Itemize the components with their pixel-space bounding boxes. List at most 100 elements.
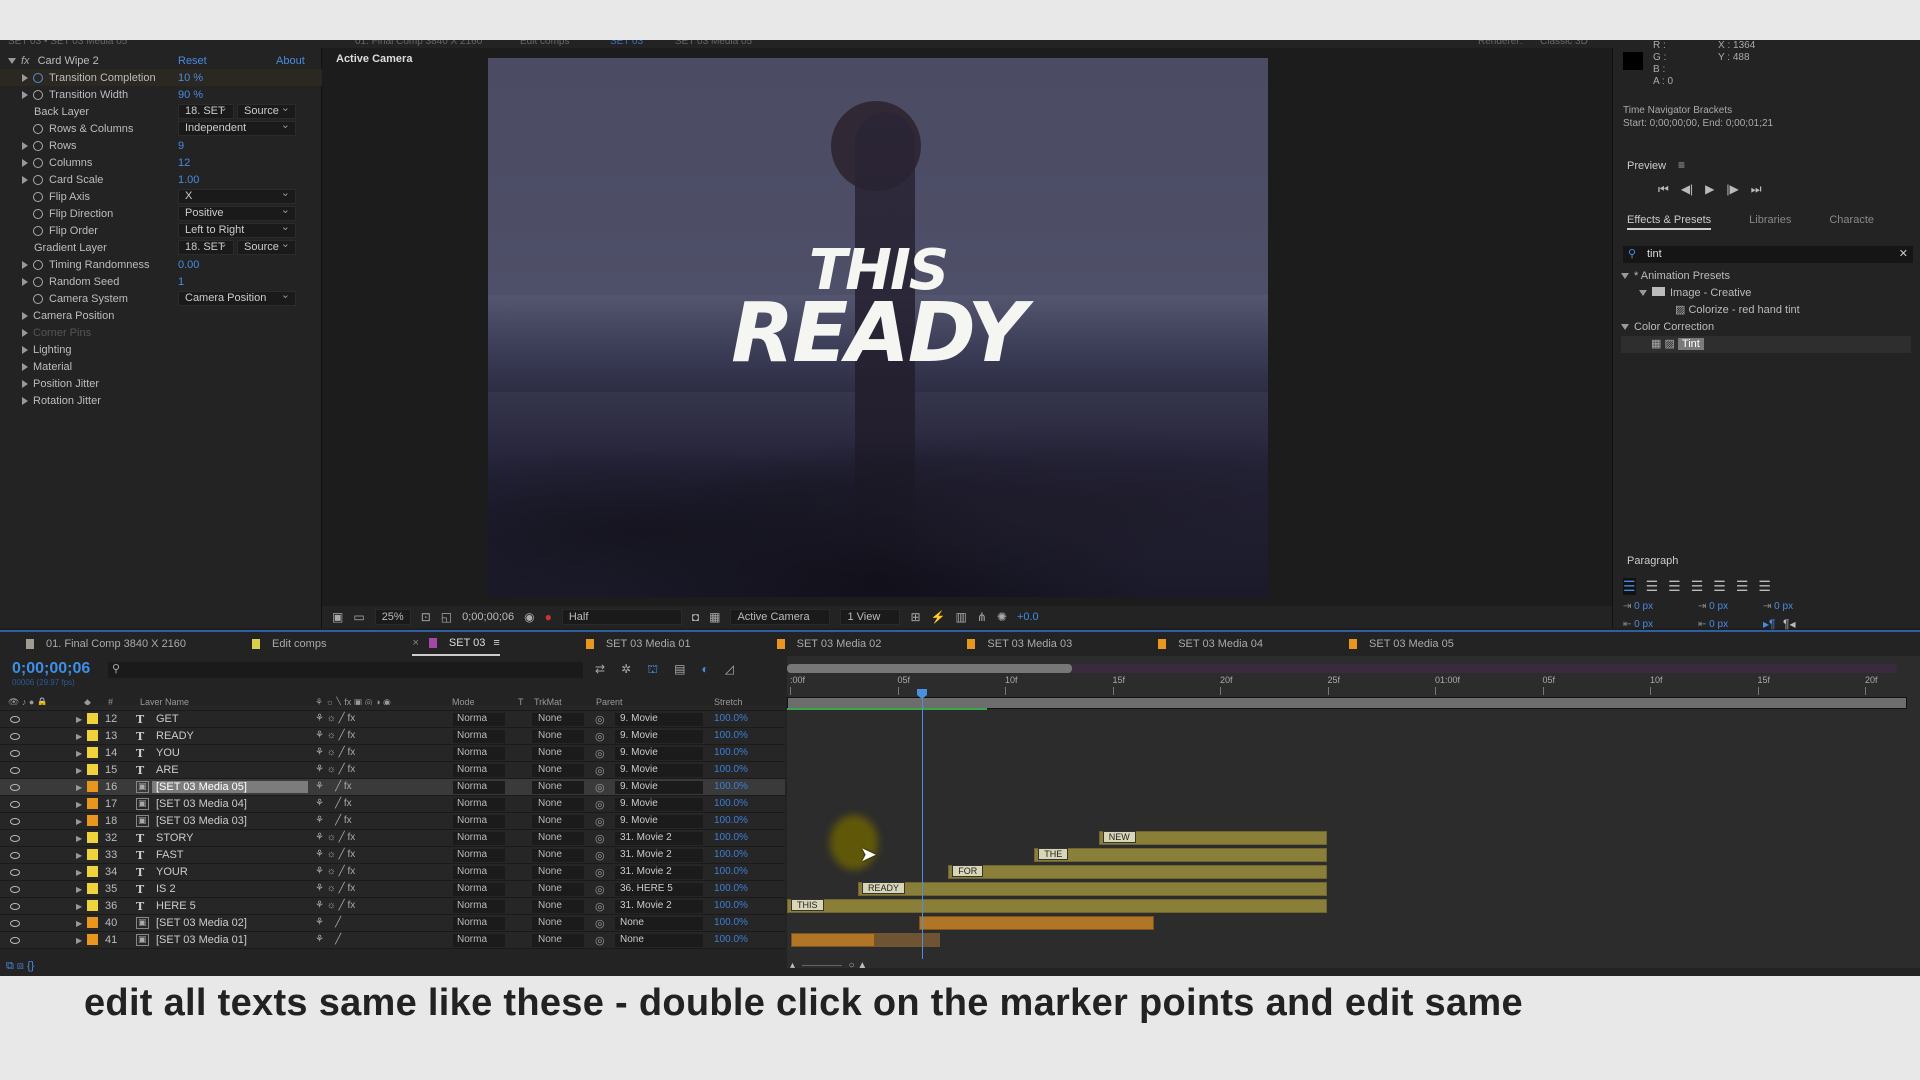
layer-dropdown[interactable]: 18. SET	[178, 102, 234, 119]
source-dropdown[interactable]: Source	[237, 102, 296, 119]
layer-row[interactable]: ▶ 16 ▣ [SET 03 Media 05] ⚘ ╱ fx Norma None ◎ 9. …	[0, 779, 785, 796]
track-matte-select[interactable]: None	[532, 798, 584, 811]
label-color[interactable]	[87, 713, 98, 724]
expand-layer-icon[interactable]: ▶	[76, 919, 82, 928]
parent-pickwhip-icon[interactable]: ◎	[595, 747, 605, 760]
comp-tab[interactable]: 01. Final Comp 3840 X 2160	[26, 632, 186, 656]
effect-property-random-seed[interactable]: Random Seed 1	[0, 273, 322, 290]
expand-icon[interactable]	[22, 328, 28, 337]
parent-select[interactable]: 31. Movie 2	[615, 866, 703, 879]
stopwatch-icon[interactable]	[33, 72, 43, 83]
composition-frame[interactable]: THIS READY	[488, 58, 1268, 597]
effects-tree-item[interactable]: ▦ ▨ Tint	[1621, 336, 1911, 353]
breadcrumb-item[interactable]: 01. Final Comp 3840 X 2160	[355, 40, 482, 47]
layer-row[interactable]: ▶ 14 T YOU ⚘ ☼ ╱ fx Norma None ◎ 9. Movie 100.0%	[0, 745, 785, 762]
about-link[interactable]: About	[276, 55, 305, 67]
blend-mode-select[interactable]: Norma	[453, 764, 505, 777]
layer-row[interactable]: ▶ 40 ▣ [SET 03 Media 02] ⚘ ╱ Norma None ◎ None 1…	[0, 915, 785, 932]
visibility-eye-icon[interactable]	[10, 733, 20, 740]
expand-layer-icon[interactable]: ▶	[76, 936, 82, 945]
monitor-icon[interactable]: ▭	[353, 610, 364, 624]
tab-menu-icon[interactable]: ≡	[493, 637, 499, 649]
tab-effects-presets[interactable]: Effects & Presets	[1627, 214, 1712, 230]
stopwatch-icon[interactable]	[33, 191, 43, 202]
parent-pickwhip-icon[interactable]: ◎	[595, 815, 605, 828]
stopwatch-icon[interactable]	[33, 174, 43, 185]
checkerboard-icon[interactable]: ▦	[709, 610, 720, 624]
expand-layer-icon[interactable]: ▶	[76, 868, 82, 877]
effects-tree-item[interactable]: Color Correction	[1621, 319, 1911, 336]
expand-layer-icon[interactable]: ▶	[76, 817, 82, 826]
visibility-eye-icon[interactable]	[10, 852, 20, 859]
layer-row[interactable]: ▶ 35 T IS 2 ⚘ ☼ ╱ fx Norma None ◎ 36. HERE 5 100.…	[0, 881, 785, 898]
parent-pickwhip-icon[interactable]: ◎	[595, 883, 605, 896]
layer-row[interactable]: ▶ 15 T ARE ⚘ ☼ ╱ fx Norma None ◎ 9. Movie 100.0%	[0, 762, 785, 779]
expand-icon[interactable]	[22, 158, 28, 167]
expand-icon[interactable]	[22, 260, 28, 269]
stopwatch-icon[interactable]	[33, 276, 43, 287]
parent-pickwhip-icon[interactable]: ◎	[595, 713, 605, 726]
effect-property-camera-position[interactable]: Camera Position	[0, 307, 322, 324]
property-value[interactable]: 90 %	[178, 89, 203, 101]
label-color[interactable]	[87, 934, 98, 945]
layer-switches[interactable]: ⚘ ╱	[315, 917, 341, 928]
first-line-value[interactable]: 0 px	[1774, 601, 1793, 612]
blend-mode-select[interactable]: Norma	[453, 849, 505, 862]
comp-tab[interactable]: Edit comps	[252, 632, 326, 656]
visibility-eye-icon[interactable]	[10, 903, 20, 910]
breadcrumb-item[interactable]: Edit comps	[520, 40, 569, 47]
transfer-controls-icon[interactable]: ⧇	[17, 960, 24, 972]
property-value[interactable]: 1.00	[178, 174, 199, 186]
parent-pickwhip-icon[interactable]: ◎	[595, 900, 605, 913]
parent-select[interactable]: 9. Movie	[615, 781, 703, 794]
close-icon[interactable]: ×	[412, 637, 418, 649]
layer-row[interactable]: ▶ 41 ▣ [SET 03 Media 01] ⚘ ╱ Norma None ◎ None 1…	[0, 932, 785, 949]
track-matte-select[interactable]: None	[532, 730, 584, 743]
effect-property-transition-completion[interactable]: Transition Completion 10 %	[0, 69, 322, 86]
layer-name[interactable]: ARE	[156, 764, 179, 776]
comp-tab[interactable]: SET 03 Media 01	[585, 632, 691, 656]
renderer-value[interactable]: Classic 3D	[1540, 40, 1588, 47]
flowchart-icon[interactable]: ⋔	[977, 610, 987, 624]
visibility-eye-icon[interactable]	[10, 716, 20, 723]
visibility-eye-icon[interactable]	[10, 767, 20, 774]
exposure-value[interactable]: +0.0	[1017, 611, 1039, 623]
layer-switches[interactable]: ⚘ ☼ ╱ fx	[315, 866, 355, 877]
property-dropdown[interactable]: Left to Right	[178, 221, 296, 238]
parent-select[interactable]: 31. Movie 2	[615, 900, 703, 913]
viewer-timecode[interactable]: 0;00;00;06	[462, 611, 514, 623]
space-before-value[interactable]: 0 px	[1709, 601, 1728, 612]
layer-duration-bar[interactable]	[791, 933, 875, 947]
stretch-value[interactable]: 100.0%	[714, 764, 748, 775]
layer-name[interactable]: STORY	[156, 832, 194, 844]
composition-flowchart-icon[interactable]: ⇄	[595, 662, 605, 678]
label-color[interactable]	[87, 781, 98, 792]
visibility-eye-icon[interactable]	[10, 801, 20, 808]
label-color[interactable]	[87, 900, 98, 911]
layer-duration-bar-trimmed[interactable]	[875, 933, 940, 947]
prev-frame-icon[interactable]: ◀|	[1681, 182, 1693, 197]
blend-mode-select[interactable]: Norma	[453, 866, 505, 879]
stretch-value[interactable]: 100.0%	[714, 900, 748, 911]
visibility-eye-icon[interactable]	[10, 937, 20, 944]
stopwatch-icon[interactable]	[33, 140, 43, 151]
property-dropdown[interactable]: Positive	[178, 204, 296, 221]
track-matte-select[interactable]: None	[532, 900, 584, 913]
parent-select[interactable]: 9. Movie	[615, 815, 703, 828]
layer-duration-bar[interactable]	[1034, 848, 1327, 862]
property-value[interactable]: 9	[178, 140, 184, 152]
layer-marker[interactable]: FOR	[952, 865, 984, 877]
frame-blending-icon[interactable]: ▤	[674, 662, 685, 678]
track-matte-select[interactable]: None	[532, 917, 584, 930]
layer-switches[interactable]: ⚘ ╱ fx	[315, 815, 352, 826]
label-color[interactable]	[87, 730, 98, 741]
parent-select[interactable]: 9. Movie	[615, 798, 703, 811]
effect-property-gradient-layer[interactable]: Gradient Layer 18. SETSource	[0, 238, 322, 256]
layer-switches-icon[interactable]: ⧉	[6, 960, 14, 972]
always-preview-icon[interactable]: ▣	[332, 610, 343, 624]
align-center-icon[interactable]: ☰	[1646, 578, 1659, 595]
layer-name[interactable]: YOU	[156, 747, 180, 759]
track-matte-select[interactable]: None	[532, 781, 584, 794]
comp-tab[interactable]: SET 03 Media 05	[1349, 632, 1454, 656]
effect-property-flip-axis[interactable]: Flip Axis X	[0, 187, 322, 205]
